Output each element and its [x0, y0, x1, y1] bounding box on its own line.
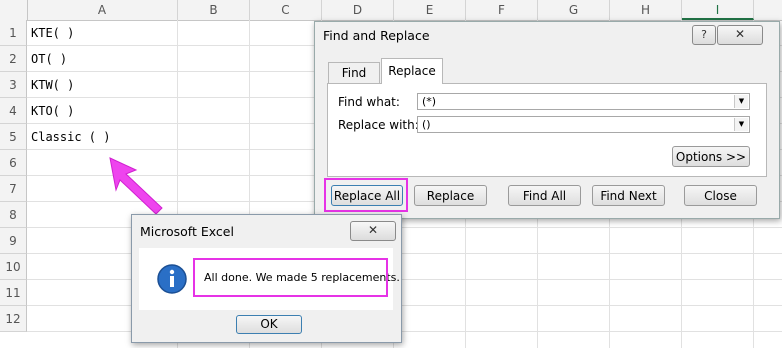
dialog-title: Find and Replace [323, 28, 430, 43]
close-button[interactable]: Close [684, 185, 757, 206]
highlight-box [193, 258, 388, 297]
column-header-e[interactable]: E [394, 0, 466, 20]
column-header-b[interactable]: B [178, 0, 250, 20]
column-header-h[interactable]: H [610, 0, 682, 20]
column-header-c[interactable]: C [250, 0, 322, 20]
row-header-3[interactable]: 3 [0, 72, 27, 98]
row-header-5[interactable]: 5 [0, 124, 27, 150]
replace-tab-panel: Find what: (*) ▼ Replace with: () ▼ Opti… [327, 83, 767, 177]
row-header-9[interactable]: 9 [0, 228, 27, 254]
cell-a3[interactable]: KTW( ) [31, 72, 74, 98]
find-what-value: (*) [422, 95, 437, 108]
row-header-4[interactable]: 4 [0, 98, 27, 124]
row-header-1[interactable]: 1 [0, 20, 27, 46]
replace-with-value: () [422, 118, 431, 131]
find-next-button[interactable]: Find Next [592, 185, 665, 206]
row-header-12[interactable]: 12 [0, 306, 27, 332]
row-header-6[interactable]: 6 [0, 150, 27, 176]
highlight-box [324, 178, 408, 212]
cell-a5[interactable]: Classic ( ) [31, 124, 110, 150]
replace-button[interactable]: Replace [414, 185, 487, 206]
row-header-11[interactable]: 11 [0, 280, 27, 306]
select-all-corner[interactable] [0, 0, 28, 20]
annotation-arrow [109, 157, 163, 215]
info-icon [157, 264, 187, 294]
column-header-f[interactable]: F [466, 0, 538, 20]
tab-find[interactable]: Find [328, 62, 380, 83]
find-what-label: Find what: [338, 95, 400, 109]
tab-replace[interactable]: Replace [381, 58, 443, 84]
column-header-d[interactable]: D [322, 0, 394, 20]
ok-button[interactable]: OK [236, 315, 302, 334]
chevron-down-icon[interactable]: ▼ [734, 118, 748, 131]
row-header-2[interactable]: 2 [0, 46, 27, 72]
close-icon[interactable]: ✕ [717, 25, 763, 45]
row-header-7[interactable]: 7 [0, 176, 27, 202]
help-button[interactable]: ? [692, 25, 716, 45]
find-all-button[interactable]: Find All [508, 185, 581, 206]
row-header-8[interactable]: 8 [0, 202, 27, 228]
replace-with-input[interactable]: () ▼ [417, 116, 750, 133]
options-button[interactable]: Options >> [672, 146, 750, 167]
column-header-i[interactable]: I [682, 0, 754, 20]
column-header-a[interactable]: A [27, 0, 178, 20]
row-header-10[interactable]: 10 [0, 254, 27, 280]
replace-with-label: Replace with: [338, 118, 419, 132]
find-what-input[interactable]: (*) ▼ [417, 93, 750, 110]
cell-a1[interactable]: KTE( ) [31, 20, 74, 46]
chevron-down-icon[interactable]: ▼ [734, 95, 748, 108]
cell-a4[interactable]: KTO( ) [31, 98, 74, 124]
close-icon[interactable]: ✕ [350, 221, 396, 241]
column-header-g[interactable]: G [538, 0, 610, 20]
cell-a2[interactable]: OT( ) [31, 46, 67, 72]
message-box-title: Microsoft Excel [140, 224, 234, 239]
